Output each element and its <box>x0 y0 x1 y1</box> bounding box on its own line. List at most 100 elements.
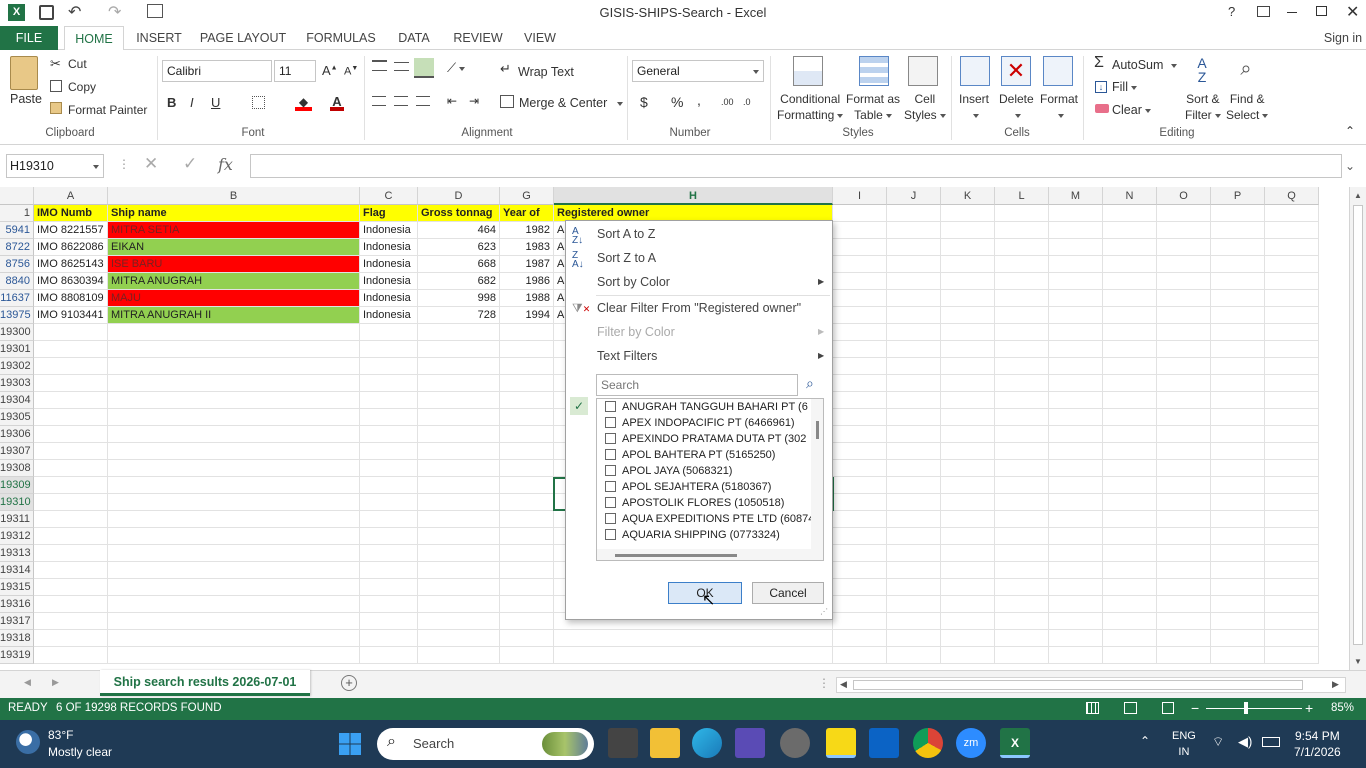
empty-cell[interactable] <box>941 511 995 528</box>
empty-cell[interactable] <box>833 307 887 324</box>
empty-cell[interactable] <box>34 647 108 664</box>
empty-cell[interactable] <box>34 494 108 511</box>
table-cell[interactable]: Indonesia <box>360 307 418 324</box>
empty-cell[interactable] <box>1211 256 1265 273</box>
horizontal-scroll-thumb[interactable] <box>853 680 1303 690</box>
minimize-icon[interactable] <box>1287 12 1297 13</box>
empty-cell[interactable] <box>1049 460 1103 477</box>
empty-cell[interactable] <box>1211 307 1265 324</box>
orientation-icon[interactable]: ⟋ <box>447 60 466 76</box>
empty-cell[interactable] <box>887 290 941 307</box>
battery-icon[interactable] <box>1262 737 1280 747</box>
column-header-k[interactable]: K <box>941 187 995 205</box>
empty-cell[interactable] <box>833 596 887 613</box>
column-header-p[interactable]: P <box>1211 187 1265 205</box>
comma-button[interactable]: , <box>697 92 701 108</box>
empty-cell[interactable] <box>1157 443 1211 460</box>
empty-cell[interactable] <box>34 324 108 341</box>
filter-value-item[interactable]: APEX INDOPACIFIC PT (6466961) <box>605 415 795 431</box>
empty-cell[interactable] <box>887 426 941 443</box>
empty-cell[interactable] <box>941 358 995 375</box>
row-header[interactable]: 19304 <box>0 392 34 409</box>
empty-cell[interactable] <box>1049 256 1103 273</box>
decrease-indent-icon[interactable]: ⇤ <box>447 94 457 108</box>
increase-indent-icon[interactable]: ⇥ <box>469 94 479 108</box>
table-cell[interactable]: IMO 8630394 <box>34 273 108 290</box>
table-cell[interactable]: IMO 8625143 <box>34 256 108 273</box>
empty-cell[interactable] <box>1211 647 1265 664</box>
empty-cell[interactable] <box>34 528 108 545</box>
ribbon-display-icon[interactable] <box>1257 6 1270 17</box>
list-hscroll-thumb[interactable] <box>615 554 737 557</box>
row-header[interactable]: 19308 <box>0 460 34 477</box>
tab-file[interactable]: FILE <box>0 26 58 50</box>
merge-center-button[interactable]: Merge & Center <box>519 96 624 110</box>
row-header[interactable]: 19300 <box>0 324 34 341</box>
empty-cell[interactable] <box>995 494 1049 511</box>
list-horizontal-scrollbar[interactable] <box>597 549 823 560</box>
table-cell[interactable]: 1982 <box>500 222 554 239</box>
empty-cell[interactable] <box>1103 494 1157 511</box>
format-cells-button[interactable]: Format <box>1040 91 1078 123</box>
paste-icon[interactable] <box>10 56 38 90</box>
empty-cell[interactable] <box>1265 562 1319 579</box>
edge-icon[interactable] <box>692 728 722 758</box>
empty-cell[interactable] <box>833 239 887 256</box>
empty-cell[interactable] <box>995 290 1049 307</box>
zoom-slider-thumb[interactable] <box>1244 702 1248 714</box>
table-cell[interactable]: 1983 <box>500 239 554 256</box>
app-icon-1[interactable] <box>735 728 765 758</box>
empty-cell[interactable] <box>1157 341 1211 358</box>
filter-value-item[interactable]: APOL BAHTERA PT (5165250) <box>605 447 775 463</box>
empty-cell[interactable] <box>1265 256 1319 273</box>
empty-cell[interactable] <box>108 596 360 613</box>
empty-cell[interactable] <box>418 494 500 511</box>
empty-cell[interactable] <box>1265 528 1319 545</box>
filter-value-item[interactable]: ANUGRAH TANGGUH BAHARI PT (6 <box>605 399 808 415</box>
empty-cell[interactable] <box>1265 324 1319 341</box>
empty-cell[interactable] <box>108 392 360 409</box>
empty-cell[interactable] <box>1211 324 1265 341</box>
empty-cell[interactable] <box>887 222 941 239</box>
empty-cell[interactable] <box>833 222 887 239</box>
cancel-entry-icon[interactable]: ✕ <box>144 154 158 174</box>
empty-cell[interactable] <box>418 545 500 562</box>
decrease-decimal-icon[interactable]: .0 <box>743 97 751 107</box>
empty-cell[interactable] <box>500 647 554 664</box>
increase-decimal-icon[interactable]: .00 <box>721 97 734 107</box>
empty-cell[interactable] <box>108 358 360 375</box>
collapse-ribbon-icon[interactable]: ⌃ <box>1345 124 1355 138</box>
empty-cell[interactable] <box>833 256 887 273</box>
format-painter-button[interactable]: Format Painter <box>68 103 147 117</box>
row-header[interactable]: 8840 <box>0 273 34 290</box>
empty-cell[interactable] <box>995 460 1049 477</box>
empty-cell[interactable] <box>1265 477 1319 494</box>
empty-cell[interactable] <box>1103 443 1157 460</box>
empty-cell[interactable] <box>1265 494 1319 511</box>
empty-cell[interactable] <box>887 409 941 426</box>
row-header[interactable]: 19314 <box>0 562 34 579</box>
empty-cell[interactable] <box>995 545 1049 562</box>
empty-cell[interactable] <box>1265 239 1319 256</box>
empty-cell[interactable] <box>1049 273 1103 290</box>
empty-cell[interactable] <box>108 494 360 511</box>
empty-cell[interactable] <box>1211 511 1265 528</box>
horizontal-scrollbar[interactable]: ◀ ▶ <box>836 677 1346 693</box>
checkbox-unchecked[interactable] <box>605 513 616 524</box>
header-cell[interactable]: Gross tonnag <box>418 205 500 222</box>
empty-cell[interactable] <box>500 494 554 511</box>
wifi-icon[interactable]: ⌔ <box>1212 734 1224 750</box>
clear-filter-option[interactable]: Clear Filter From "Registered owner" <box>597 301 801 315</box>
row-header[interactable]: 19301 <box>0 341 34 358</box>
row-header[interactable]: 19316 <box>0 596 34 613</box>
empty-cell[interactable] <box>941 341 995 358</box>
row-header[interactable]: 19310 <box>0 494 34 511</box>
language-indicator[interactable]: ENG IN <box>1172 728 1196 760</box>
empty-cell[interactable] <box>1049 511 1103 528</box>
empty-cell[interactable] <box>1103 630 1157 647</box>
empty-cell[interactable] <box>887 647 941 664</box>
empty-cell[interactable] <box>887 528 941 545</box>
empty-cell[interactable] <box>995 647 1049 664</box>
header-cell[interactable]: Flag <box>360 205 418 222</box>
empty-cell[interactable] <box>500 528 554 545</box>
